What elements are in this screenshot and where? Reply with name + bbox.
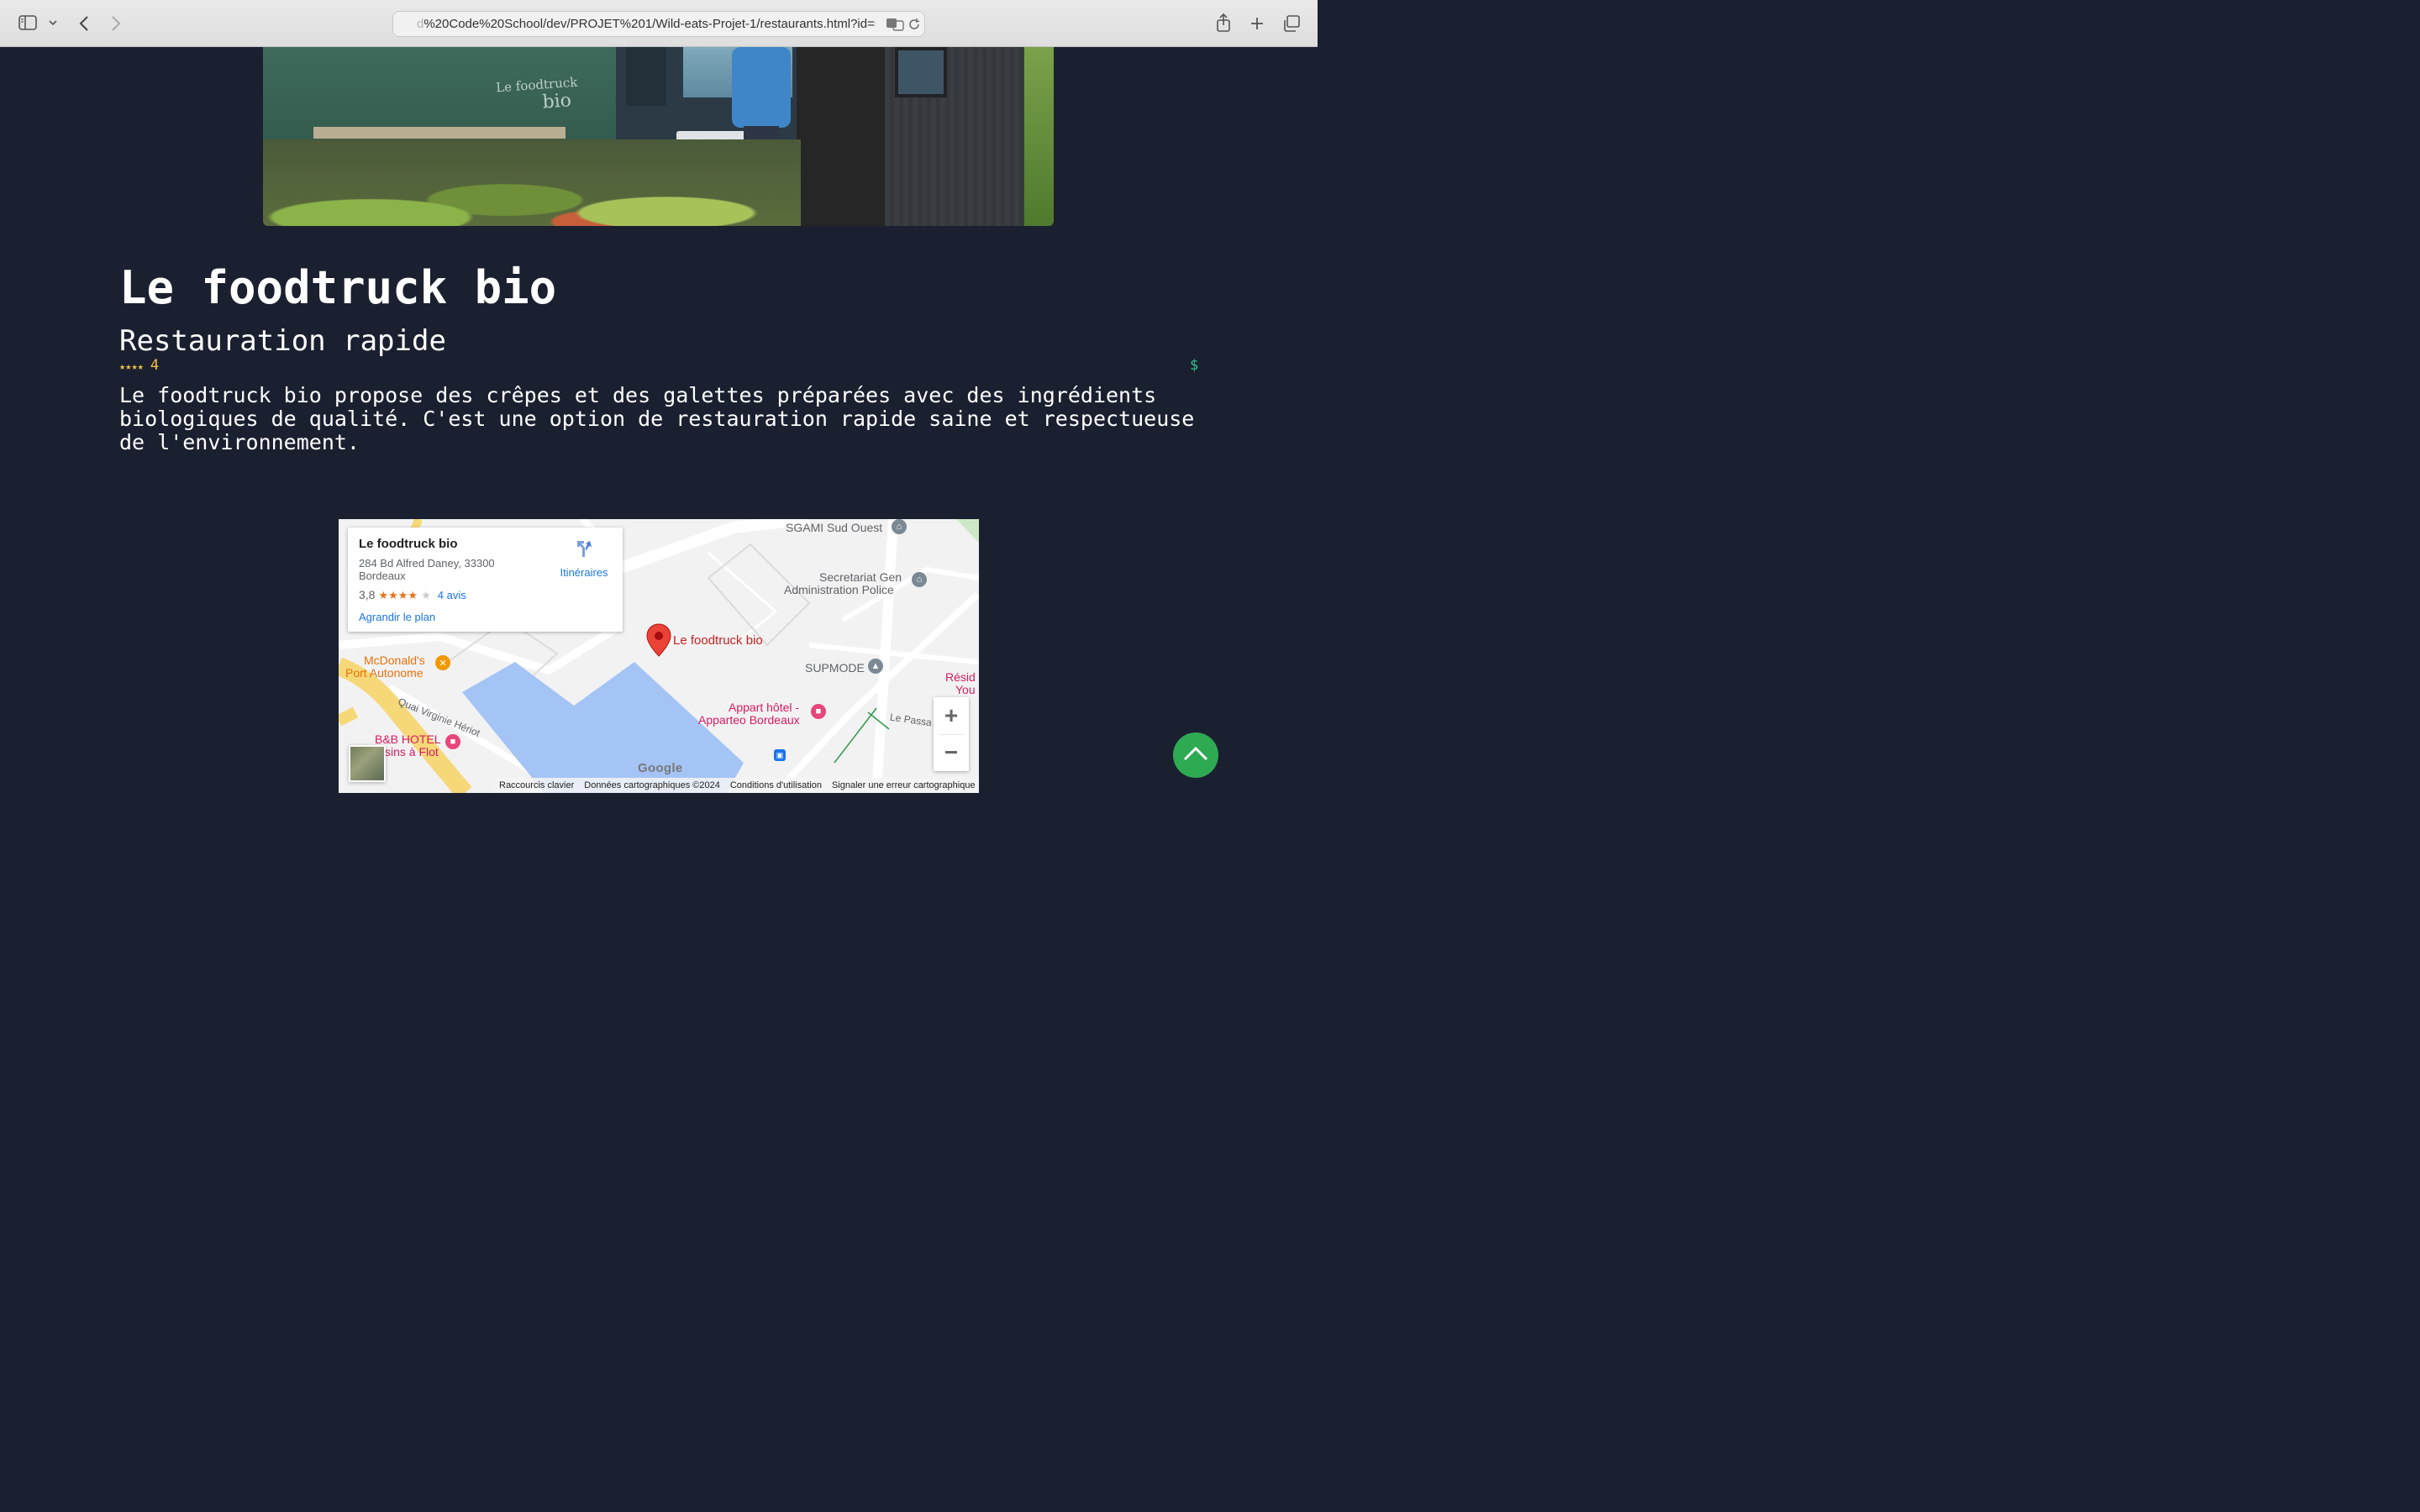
school-icon: ▲	[868, 659, 883, 674]
share-icon[interactable]	[1213, 12, 1234, 34]
poi-mcdonalds-line2: Port Autonome	[345, 666, 424, 680]
sidebar-icon[interactable]	[17, 13, 39, 32]
address-bar[interactable]: d%20Code%20School/dev/PROJET%201/Wild-ea…	[392, 11, 925, 37]
poi-mcdonalds-line1: McDonald's	[364, 654, 425, 667]
chevron-down-icon[interactable]	[47, 17, 59, 29]
translate-icon[interactable]	[886, 16, 904, 33]
map-attribution: Raccourcis clavier Données cartographiqu…	[494, 778, 979, 793]
government-building-icon: ⌂	[912, 572, 927, 587]
map-data-text: Données cartographiques ©2024	[584, 780, 720, 790]
info-card-name: Le foodtruck bio	[359, 537, 458, 551]
poi-bb-line1: B&B HOTEL	[375, 732, 441, 746]
hedge-shape	[1024, 47, 1054, 226]
info-card-rating: 3,8 ★★★★ ★ 4 avis	[359, 588, 466, 602]
restaurant-photo: Le foodtruck bio	[263, 47, 1054, 226]
poi-secretariat-line2: Administration Police	[784, 583, 894, 596]
keyboard-shortcuts-link[interactable]: Raccourcis clavier	[494, 780, 579, 790]
truck-lettering: Le foodtruck bio	[495, 74, 578, 113]
restaurant-icon: ✕	[435, 655, 450, 670]
pin-label: Le foodtruck bio	[673, 633, 763, 648]
scroll-to-top-button[interactable]	[1173, 732, 1218, 778]
poi-sgami: SGAMI Sud Ouest	[786, 521, 883, 534]
directions-button[interactable]: Itinéraires	[555, 539, 613, 579]
rating-value: 4	[150, 357, 160, 374]
tabs-icon[interactable]	[1281, 13, 1302, 34]
restaurant-description: Le foodtruck bio propose des crêpes et d…	[119, 383, 1195, 454]
police-building-icon: ⌂	[892, 519, 907, 534]
info-card-stars: ★★★★	[378, 589, 418, 601]
info-card-address: 284 Bd Alfred Daney, 33300 Bordeaux	[359, 557, 495, 582]
map-info-card: Le foodtruck bio 284 Bd Alfred Daney, 33…	[348, 528, 623, 632]
reload-icon[interactable]	[906, 16, 923, 33]
poi-residence-line2: You	[955, 683, 976, 696]
restaurant-rating: ★★★★ 4	[119, 357, 159, 375]
browser-toolbar: d%20Code%20School/dev/PROJET%201/Wild-ea…	[0, 0, 1318, 47]
restaurant-name: Le foodtruck bio	[119, 261, 557, 314]
door-shape	[797, 47, 889, 226]
poi-appart-line2: Apparteo Bordeaux	[698, 713, 800, 727]
plants-shape	[263, 139, 801, 226]
zoom-out-button[interactable]: −	[934, 734, 969, 771]
shed-shape	[885, 47, 1024, 226]
poi-appart-line1: Appart hôtel -	[729, 701, 800, 714]
location-pin-icon[interactable]	[646, 623, 671, 661]
info-card-score: 3,8	[359, 588, 376, 601]
restaurant-category: Restauration rapide	[119, 324, 446, 358]
info-card-reviews-link[interactable]: 4 avis	[438, 589, 466, 601]
google-logo: Google	[638, 761, 683, 775]
price-level: $	[1190, 357, 1199, 374]
zoom-in-button[interactable]: +	[934, 697, 969, 734]
bus-stop-icon: ▣	[774, 749, 786, 761]
url-text: d%20Code%20School/dev/PROJET%201/Wild-ea…	[417, 17, 876, 31]
chevron-up-icon	[1182, 745, 1209, 765]
enlarge-map-link[interactable]: Agrandir le plan	[359, 611, 435, 623]
hotel-icon-2: ■	[445, 734, 460, 749]
hotel-icon: ■	[811, 704, 826, 719]
report-error-link[interactable]: Signaler une erreur cartographique	[827, 780, 979, 790]
directions-icon	[555, 539, 613, 563]
menu-board-shape	[626, 47, 666, 106]
bench-shape	[313, 127, 566, 139]
map-zoom-controls: + −	[934, 697, 969, 771]
embedded-map[interactable]: Le foodtruck bio 284 Bd Alfred Daney, 33…	[339, 519, 979, 793]
directions-label: Itinéraires	[560, 566, 608, 579]
rating-stars: ★★★★	[119, 360, 144, 372]
back-icon[interactable]	[74, 13, 94, 34]
info-card-stars-off: ★	[421, 589, 431, 601]
poi-supmode: SUPMODE	[805, 661, 865, 675]
satellite-layer-toggle[interactable]	[349, 745, 386, 782]
shed-window-shape	[895, 47, 947, 97]
plus-icon[interactable]	[1247, 13, 1267, 34]
forward-icon[interactable]	[106, 13, 126, 34]
poi-bb-line2: sins à Flot	[385, 745, 439, 759]
terms-link[interactable]: Conditions d'utilisation	[725, 780, 827, 790]
poi-secretariat-line1: Secretariat Gen	[819, 570, 902, 584]
person-shirt	[732, 47, 791, 128]
poi-residence-line1: Résid	[945, 670, 976, 684]
